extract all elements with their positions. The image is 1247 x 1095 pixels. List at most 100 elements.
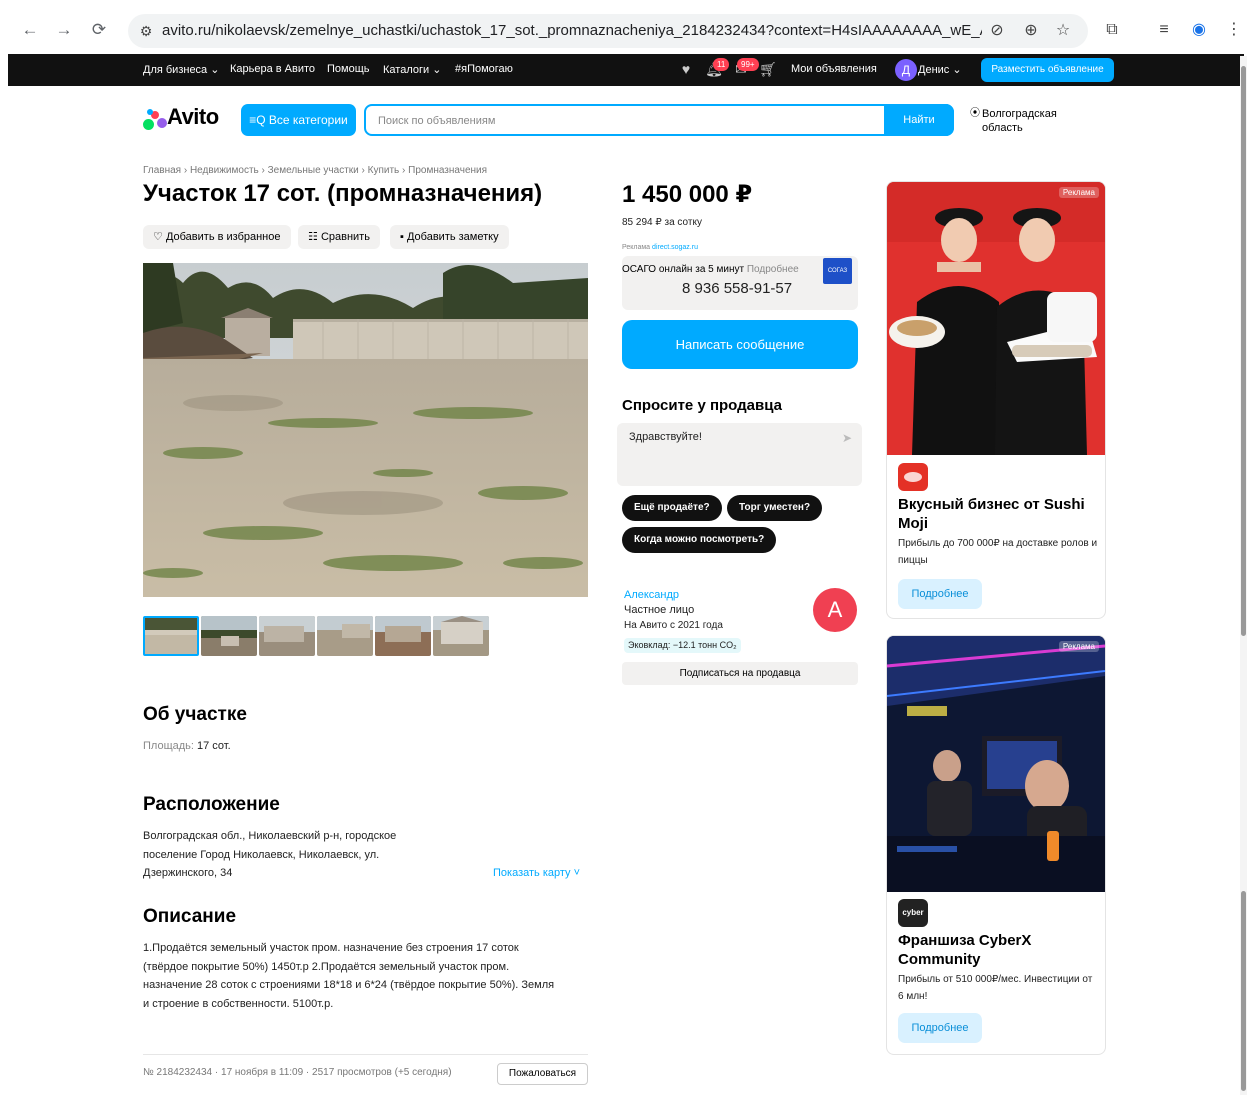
all-categories-button[interactable]: ≡Q Все категории [241,104,356,136]
region-selector[interactable]: ⦿ Волгоградская область [970,107,1080,135]
land-plot-photo [143,263,588,597]
thumbnail-3[interactable] [259,616,315,656]
thumbnail-4[interactable] [317,616,373,656]
back-icon[interactable]: ← [18,18,42,42]
address-text: Волгоградская обл., Николаевский р-н, го… [143,830,397,879]
divider [143,1054,588,1055]
sogaz-logo: СОГАЗ [823,258,852,284]
thumbnail-6[interactable] [433,616,489,656]
osago-ad-text: ОСАГО онлайн за 5 минут Подробнее [622,264,799,275]
area-value: 17 сот. [197,740,231,752]
profile-icon[interactable]: ◉ [1187,18,1211,42]
url-text[interactable]: avito.ru/nikolaevsk/zemelnye_uchastki/uc… [162,22,982,39]
business-link[interactable]: Для бизнеса ⌄ [143,63,219,76]
write-message-button[interactable]: Написать сообщение [622,320,858,369]
scrollbar-thumb[interactable] [1241,891,1246,1091]
listing-meta: № 2184232434 · 17 ноября в 11:09 · 2517 … [143,1067,452,1078]
favorites-heart-icon[interactable]: ♥ [677,60,695,78]
user-menu[interactable]: Денис ⌄ [918,63,962,76]
breadcrumb[interactable]: Главная › Недвижимость › Земельные участ… [143,165,487,176]
cart-icon[interactable]: 🛒︎ [759,60,777,78]
thumbnail-1[interactable] [143,616,199,656]
ad-description: Прибыль от 510 000₽/мес. Инвестиции от 6… [898,974,1093,1002]
main-photo[interactable] [143,263,588,597]
extensions-icon[interactable]: ⧉ [1100,18,1124,42]
ihelp-link[interactable]: #яПомогаю [455,63,513,75]
top-nav-bar: Для бизнеса ⌄ Карьера в Авито Помощь Кат… [8,54,1244,86]
description-text: 1.Продаётся земельный участок пром. назн… [143,942,555,1010]
seller-since: На Авито с 2021 года [624,620,723,631]
area-label: Площадь: [143,740,194,752]
ad-more-button[interactable]: Подробнее [898,579,982,609]
location-heading: Расположение [143,794,280,815]
osago-ad-domain[interactable]: direct.sogaz.ru [652,244,698,251]
add-note-button[interactable]: ▪ Добавить заметку [390,225,509,249]
osago-ad-more[interactable]: Подробнее [747,264,799,275]
photo-thumbnails [143,616,493,658]
ad-title[interactable]: Франшиза CyberX Community [898,931,1098,969]
quick-question-chip[interactable]: Ещё продаёте? [622,495,722,521]
price: 1 450 000 ₽ [622,181,753,208]
note-icon: ▪ [400,231,404,243]
ask-seller-heading: Спросите у продавца [622,397,782,414]
logo-text: Avito [167,104,219,129]
address-bar[interactable]: ⚙ avito.ru/nikolaevsk/zemelnye_uchastki/… [128,14,1088,48]
star-icon[interactable]: ☆ [1052,20,1074,42]
notifications-badge: 11 [713,58,730,71]
my-ads-link[interactable]: Мои объявления [791,63,877,75]
description-heading: Описание [143,906,237,927]
catalogs-link[interactable]: Каталоги ⌄ [383,63,441,76]
ad-card-cyberx[interactable]: Реклама cyber Франшиза CyberX Community … [886,635,1106,1055]
send-arrow-icon[interactable]: ➤ [842,431,852,445]
thumbnail-5[interactable] [375,616,431,656]
price-per-sotka: 85 294 ₽ за сотку [622,217,702,228]
ask-seller-input[interactable]: Здравствуйте! ➤ [617,423,862,486]
search-button[interactable]: Найти [884,104,954,136]
subscribe-seller-button[interactable]: Подписаться на продавца [622,662,858,685]
ad-label: Реклама [1058,641,1099,652]
add-favorite-button[interactable]: ♡ Добавить в избранное [143,225,291,249]
osago-ad-label: Реклама direct.sogaz.ru [622,244,698,251]
osago-ad[interactable]: ОСАГО онлайн за 5 минут Подробнее 8 936 … [622,256,858,310]
location-off-icon[interactable]: ⊘ [986,20,1008,42]
site-settings-icon[interactable]: ⚙ [136,21,156,41]
osago-ad-tag: Реклама [622,244,651,251]
add-favorite-label: Добавить в избранное [165,231,281,243]
user-avatar[interactable]: Д [895,59,917,81]
forward-icon[interactable]: → [52,18,76,42]
search-field[interactable]: Поиск по объявлениям Найти [364,104,954,136]
thumbnail-2[interactable] [201,616,257,656]
page-scrollbar[interactable] [1240,56,1247,1095]
search-input[interactable]: Поиск по объявлениям [378,115,495,127]
ad-image-sushi: Реклама [887,182,1105,455]
ask-seller-value[interactable]: Здравствуйте! [629,431,702,443]
ad-label: Реклама [1058,187,1099,198]
messages-badge: 99+ [737,58,759,71]
quick-question-chip[interactable]: Торг уместен? [727,495,823,521]
compare-icon: ☷ [308,231,318,243]
menu-icon[interactable]: ⋮ [1222,18,1246,42]
help-link[interactable]: Помощь [327,63,370,75]
career-link[interactable]: Карьера в Авито [230,63,315,75]
cyberx-logo: cyber [898,899,928,927]
ad-more-button[interactable]: Подробнее [898,1013,982,1043]
location-pin-icon: ⦿ [970,108,980,119]
ad-card-sushi[interactable]: Реклама Вкусный бизнес от Sushi Moji При… [886,181,1106,619]
post-ad-button[interactable]: Разместить объявление [981,58,1114,82]
ad-title[interactable]: Вкусный бизнес от Sushi Moji [898,495,1098,533]
zoom-icon[interactable]: ⊕ [1020,20,1042,42]
scrollbar-thumb[interactable] [1241,66,1246,636]
page-title: Участок 17 сот. (промназначения) [143,180,543,207]
osago-ad-phone[interactable]: 8 936 558-91-57 [682,280,792,297]
area-line: Площадь: 17 сот. [143,737,231,756]
seller-avatar[interactable]: А [813,588,857,632]
region-text: Волгоградская область [982,108,1057,134]
reload-icon[interactable]: ⟳ [87,18,111,42]
compare-button[interactable]: ☷ Сравнить [298,225,380,249]
seller-name[interactable]: Александр [624,589,679,601]
show-map-button[interactable]: Показать карту ˅ [493,867,580,879]
about-heading: Об участке [143,704,247,725]
complain-button[interactable]: Пожаловаться [497,1063,588,1085]
reading-list-icon[interactable]: ≡ [1152,18,1176,42]
quick-question-chip[interactable]: Когда можно посмотреть? [622,527,777,553]
